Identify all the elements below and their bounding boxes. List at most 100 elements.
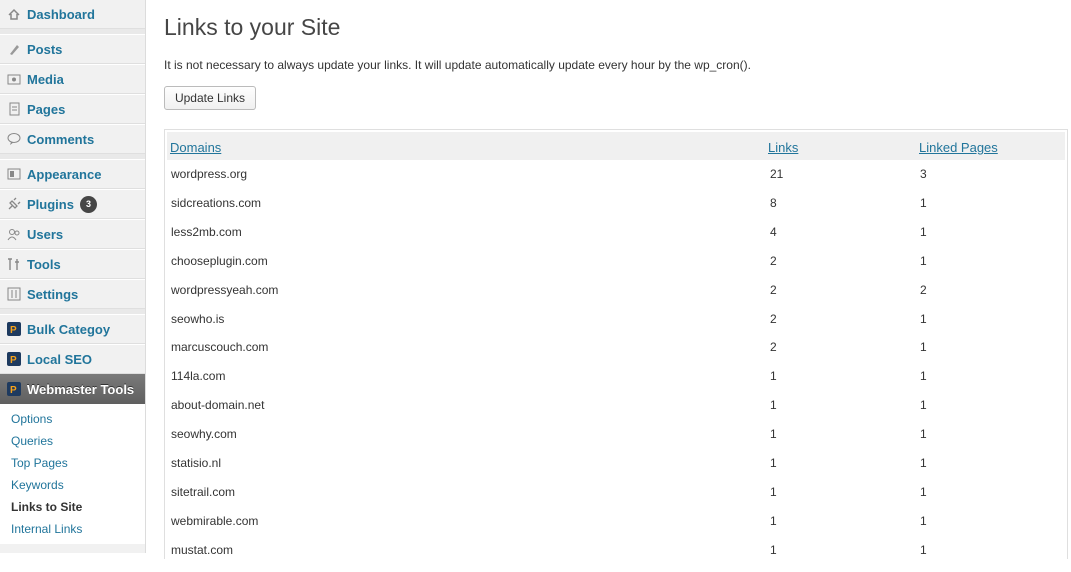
menu-label: Plugins bbox=[27, 196, 74, 212]
svg-text:P: P bbox=[10, 325, 17, 336]
table-header: Domains Links Linked Pages bbox=[167, 132, 1065, 160]
menu-item-users[interactable]: Users bbox=[0, 219, 145, 249]
menu-item-tools[interactable]: Tools bbox=[0, 249, 145, 279]
column-header-domains[interactable]: Domains bbox=[170, 140, 221, 155]
users-icon bbox=[6, 226, 22, 242]
linked-pages-cell: 1 bbox=[920, 224, 927, 239]
domain-cell: 114la.com bbox=[171, 369, 226, 384]
dashboard-icon bbox=[6, 6, 22, 22]
menu-label: Users bbox=[27, 226, 64, 242]
linked-pages-cell: 1 bbox=[920, 484, 927, 499]
table-row: wordpress.org 21 3 bbox=[165, 167, 1065, 196]
menu-item-bulk-categoy[interactable]: P Bulk Categoy bbox=[0, 314, 145, 344]
domain-cell: seowhy.com bbox=[171, 427, 237, 442]
domain-cell: wordpress.org bbox=[171, 167, 248, 181]
links-count-cell: 21 bbox=[770, 167, 784, 181]
menu-label: Settings bbox=[27, 286, 79, 302]
submenu-top-pages[interactable]: Top Pages bbox=[11, 456, 68, 470]
menu-label: Posts bbox=[27, 41, 63, 57]
domain-cell: mustat.com bbox=[171, 542, 234, 557]
links-count-cell: 4 bbox=[770, 224, 777, 239]
links-count-cell: 1 bbox=[770, 427, 777, 442]
domain-cell: chooseplugin.com bbox=[171, 253, 268, 268]
menu-item-appearance[interactable]: Appearance bbox=[0, 159, 145, 189]
links-table: Domains Links Linked Pages wordpress.org… bbox=[164, 129, 1068, 559]
table-row: 114la.com 1 1 bbox=[165, 369, 1065, 398]
linked-pages-cell: 2 bbox=[920, 282, 927, 297]
linked-pages-cell: 1 bbox=[920, 311, 927, 326]
links-count-cell: 1 bbox=[770, 484, 777, 499]
table-row: about-domain.net 1 1 bbox=[165, 398, 1065, 427]
linked-pages-cell: 1 bbox=[920, 340, 927, 355]
links-count-cell: 1 bbox=[770, 456, 777, 470]
table-row: statisio.nl 1 1 bbox=[165, 456, 1065, 485]
tools-icon bbox=[6, 256, 22, 272]
plugins-icon bbox=[6, 196, 22, 212]
links-count-cell: 1 bbox=[770, 398, 777, 413]
column-header-linked-pages[interactable]: Linked Pages bbox=[919, 140, 998, 155]
domain-cell: sitetrail.com bbox=[171, 484, 236, 499]
table-row: seowhy.com 1 1 bbox=[165, 427, 1065, 456]
linked-pages-cell: 1 bbox=[920, 513, 927, 528]
submenu-options[interactable]: Options bbox=[11, 412, 52, 426]
menu-item-comments[interactable]: Comments bbox=[0, 124, 145, 154]
submenu-links-to-site[interactable]: Links to Site bbox=[11, 500, 82, 514]
domain-cell: about-domain.net bbox=[171, 398, 265, 413]
plugin-logo-icon: P bbox=[6, 351, 22, 367]
links-count-cell: 2 bbox=[770, 340, 777, 355]
table-row: marcuscouch.com 2 1 bbox=[165, 340, 1065, 369]
menu-item-settings[interactable]: Settings bbox=[0, 279, 145, 309]
menu-label: Tools bbox=[27, 256, 61, 272]
submenu-queries[interactable]: Queries bbox=[11, 434, 53, 448]
menu-item-media[interactable]: Media bbox=[0, 64, 145, 94]
submenu-keywords[interactable]: Keywords bbox=[11, 478, 64, 492]
menu-label: Bulk Categoy bbox=[27, 321, 111, 337]
menu-label: Dashboard bbox=[27, 6, 95, 22]
linked-pages-cell: 1 bbox=[920, 195, 927, 210]
linked-pages-cell: 1 bbox=[920, 542, 927, 557]
menu-label: Webmaster Tools bbox=[27, 381, 135, 397]
appearance-icon bbox=[6, 166, 22, 182]
media-icon bbox=[6, 71, 22, 87]
table-row: webmirable.com 1 1 bbox=[165, 514, 1065, 543]
linked-pages-cell: 1 bbox=[920, 253, 927, 268]
links-count-cell: 2 bbox=[770, 253, 777, 268]
menu-item-local-seo[interactable]: P Local SEO bbox=[0, 344, 145, 374]
links-count-cell: 1 bbox=[770, 369, 777, 384]
table-row: seowho.is 2 1 bbox=[165, 312, 1065, 341]
column-header-links[interactable]: Links bbox=[768, 140, 798, 155]
menu-label: Pages bbox=[27, 101, 66, 117]
menu-label: Comments bbox=[27, 131, 95, 147]
table-row: chooseplugin.com 2 1 bbox=[165, 254, 1065, 283]
domain-cell: webmirable.com bbox=[171, 513, 259, 528]
menu-item-posts[interactable]: Posts bbox=[0, 34, 145, 64]
menu-label: Media bbox=[27, 71, 64, 87]
table-row: less2mb.com 4 1 bbox=[165, 225, 1065, 254]
linked-pages-cell: 1 bbox=[920, 369, 927, 384]
domain-cell: statisio.nl bbox=[171, 456, 222, 470]
table-row: wordpressyeah.com 2 2 bbox=[165, 283, 1065, 312]
update-notice: It is not necessary to always update you… bbox=[164, 58, 751, 72]
linked-pages-cell: 1 bbox=[920, 456, 927, 470]
domain-cell: less2mb.com bbox=[171, 224, 242, 239]
comments-icon bbox=[6, 131, 22, 147]
links-count-cell: 2 bbox=[770, 282, 777, 297]
menu-item-dashboard[interactable]: Dashboard bbox=[0, 0, 145, 29]
svg-text:P: P bbox=[10, 385, 17, 396]
webmaster-tools-submenu: Options Queries Top Pages Keywords Links… bbox=[0, 404, 145, 544]
menu-item-plugins[interactable]: Plugins 3 bbox=[0, 189, 145, 219]
settings-icon bbox=[6, 286, 22, 302]
menu-item-pages[interactable]: Pages bbox=[0, 94, 145, 124]
domain-cell: wordpressyeah.com bbox=[171, 282, 279, 297]
plugin-logo-icon: P bbox=[6, 321, 22, 337]
svg-text:P: P bbox=[10, 355, 17, 366]
plugin-logo-icon: P bbox=[6, 381, 22, 397]
table-row: sidcreations.com 8 1 bbox=[165, 196, 1065, 225]
submenu-internal-links[interactable]: Internal Links bbox=[11, 522, 82, 536]
plugins-update-badge: 3 bbox=[79, 195, 97, 213]
linked-pages-cell: 1 bbox=[920, 427, 927, 442]
admin-sidebar: Dashboard Posts Media Pages Comments App… bbox=[0, 0, 146, 553]
linked-pages-cell: 3 bbox=[920, 167, 927, 181]
update-links-button[interactable]: Update Links bbox=[164, 86, 256, 110]
menu-item-webmaster-tools[interactable]: P Webmaster Tools bbox=[0, 374, 145, 404]
